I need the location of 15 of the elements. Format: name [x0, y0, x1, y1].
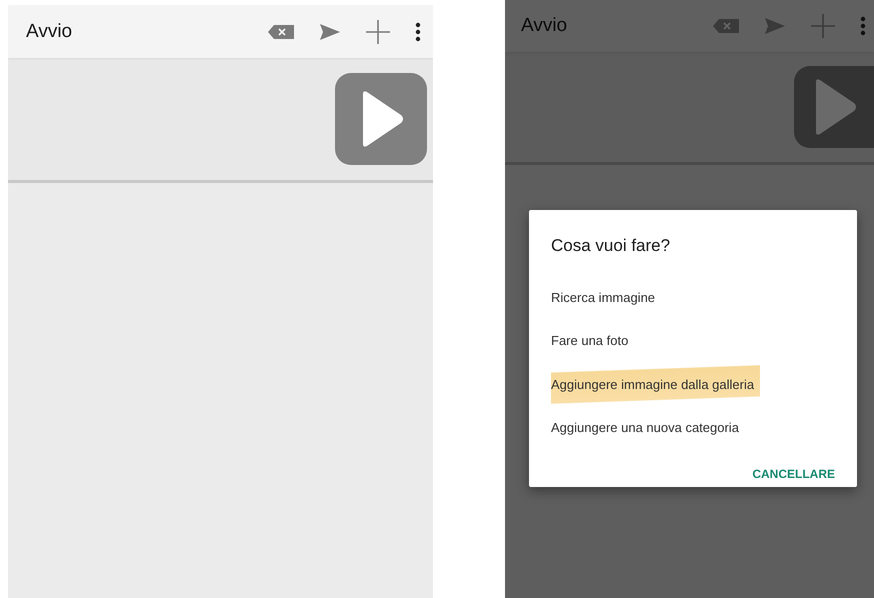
play-button[interactable]	[335, 73, 427, 165]
backspace-icon[interactable]	[267, 24, 295, 40]
dialog-option[interactable]: Aggiungere immagine dalla galleria	[551, 362, 760, 406]
dialog-title: Cosa vuoi fare?	[551, 236, 670, 256]
send-icon[interactable]	[319, 22, 341, 40]
plus-icon[interactable]	[365, 18, 391, 44]
dialog-option[interactable]: Aggiungere una nuova categoria	[551, 406, 745, 449]
screen-title: Avvio	[26, 20, 74, 42]
menu-icon[interactable]	[415, 22, 421, 42]
cancel-button[interactable]: CANCELLARE	[752, 461, 835, 487]
backspace-icon[interactable]	[712, 18, 740, 34]
dialog-option[interactable]: Ricerca immagine	[551, 276, 662, 320]
screen-title: Avvio	[521, 15, 568, 37]
dialog-option[interactable]: Fare una foto	[551, 319, 634, 362]
play-button[interactable]	[794, 66, 874, 148]
